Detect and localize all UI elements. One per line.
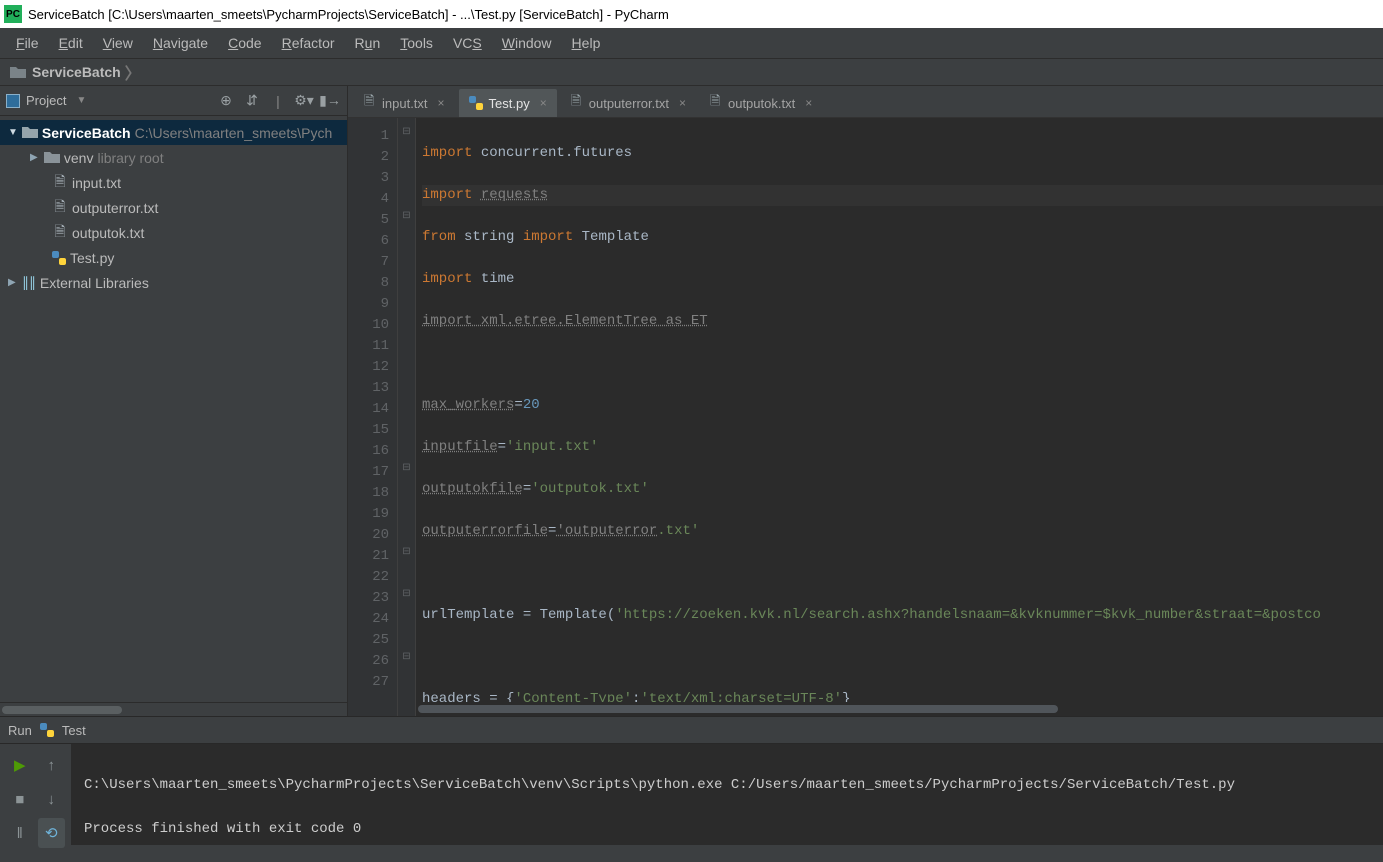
code-content[interactable]: import concurrent.futures import request… <box>416 118 1383 716</box>
gutter-linenumbers: 1234567891011121314151617181920212223242… <box>348 118 398 716</box>
libraries-icon: ∥∥ <box>22 274 36 291</box>
restart-icon[interactable]: ⟲ <box>38 818 66 848</box>
menu-edit[interactable]: Edit <box>51 32 91 54</box>
sidebar-scrollbar[interactable] <box>0 702 347 716</box>
chevron-right-icon: 〉 <box>125 60 141 84</box>
run-toolwindow: ▶ ↑ ■ ↓ ‖ ⟲ C:\Users\maarten_smeets\Pych… <box>0 744 1383 845</box>
console-line: Process finished with exit code 0 <box>84 821 361 837</box>
scrollbar-thumb[interactable] <box>418 705 1058 713</box>
workspace: Project ▼ ⊕ ⇵ | ⚙▾ ▮→ ▼ ServiceBatch C:\… <box>0 86 1383 716</box>
titlebar: PC ServiceBatch [C:\Users\maarten_smeets… <box>0 0 1383 28</box>
editor: 🗎 input.txt × Test.py × 🗎 outputerror.tx… <box>348 86 1383 716</box>
tree-external-libraries[interactable]: ▶ ∥∥ External Libraries <box>0 270 347 295</box>
tree-file-testpy[interactable]: Test.py <box>0 245 347 270</box>
project-tool-window: Project ▼ ⊕ ⇵ | ⚙▾ ▮→ ▼ ServiceBatch C:\… <box>0 86 348 716</box>
tree-file-input[interactable]: 🗎 input.txt <box>0 170 347 195</box>
menu-help[interactable]: Help <box>564 32 609 54</box>
menu-navigate[interactable]: Navigate <box>145 32 216 54</box>
locate-icon[interactable]: ⊕ <box>215 90 237 112</box>
tab-input[interactable]: 🗎 input.txt × <box>354 89 455 117</box>
project-header: Project ▼ ⊕ ⇵ | ⚙▾ ▮→ <box>0 86 347 116</box>
up-icon[interactable]: ↑ <box>38 750 66 780</box>
text-file-icon: 🗎 <box>52 221 68 245</box>
python-file-icon <box>469 96 483 110</box>
window-title: ServiceBatch [C:\Users\maarten_smeets\Py… <box>28 7 669 22</box>
scrollbar-thumb[interactable] <box>2 706 122 714</box>
chevron-down-icon[interactable]: ▼ <box>8 127 22 138</box>
text-file-icon: 🗎 <box>571 92 583 114</box>
editor-scrollbar[interactable] <box>416 702 1371 716</box>
editor-tabbar: 🗎 input.txt × Test.py × 🗎 outputerror.tx… <box>348 86 1383 118</box>
pycharm-app-icon: PC <box>4 5 22 23</box>
collapse-icon[interactable]: ⇵ <box>241 90 263 112</box>
hide-icon[interactable]: ▮→ <box>319 90 341 112</box>
stop-icon[interactable]: ■ <box>6 784 34 814</box>
down-icon[interactable]: ↓ <box>38 784 66 814</box>
breadcrumb-root[interactable]: ServiceBatch <box>32 64 121 80</box>
menu-code[interactable]: Code <box>220 32 269 54</box>
close-icon[interactable]: × <box>540 96 547 110</box>
text-file-icon: 🗎 <box>52 196 68 220</box>
python-file-icon <box>52 251 66 265</box>
close-icon[interactable]: × <box>438 96 445 110</box>
tree-root[interactable]: ▼ ServiceBatch C:\Users\maarten_smeets\P… <box>0 120 347 145</box>
menu-view[interactable]: View <box>95 32 141 54</box>
menubar: File Edit View Navigate Code Refactor Ru… <box>0 28 1383 58</box>
project-view-icon[interactable] <box>6 94 20 108</box>
run-toolwindow-header[interactable]: Run Test <box>0 716 1383 744</box>
text-file-icon: 🗎 <box>710 92 722 114</box>
chevron-right-icon[interactable]: ▶ <box>8 277 22 288</box>
folder-icon <box>10 65 26 79</box>
console-line: C:\Users\maarten_smeets\PycharmProjects\… <box>84 777 1235 793</box>
folder-icon <box>22 126 38 139</box>
gutter-fold: ⊟⊟⊟⊟⊟⊟ <box>398 118 416 716</box>
menu-refactor[interactable]: Refactor <box>274 32 343 54</box>
menu-vcs[interactable]: VCS <box>445 32 490 54</box>
menu-run[interactable]: Run <box>347 32 389 54</box>
text-file-icon: 🗎 <box>52 171 68 195</box>
gear-icon[interactable]: ⚙▾ <box>293 90 315 112</box>
close-icon[interactable]: × <box>805 96 812 110</box>
menu-tools[interactable]: Tools <box>392 32 441 54</box>
close-icon[interactable]: × <box>679 96 686 110</box>
python-file-icon <box>40 723 54 737</box>
tab-test[interactable]: Test.py × <box>459 89 557 117</box>
code-editor[interactable]: 1234567891011121314151617181920212223242… <box>348 118 1383 716</box>
project-view-dropdown-icon[interactable]: ▼ <box>76 95 86 106</box>
pause-icon[interactable]: ‖ <box>6 818 34 848</box>
project-tree[interactable]: ▼ ServiceBatch C:\Users\maarten_smeets\P… <box>0 116 347 702</box>
text-file-icon: 🗎 <box>364 92 376 114</box>
run-config-name: Test <box>62 723 86 738</box>
menu-file[interactable]: File <box>8 32 47 54</box>
run-title: Run <box>8 723 32 738</box>
tree-file-outputok[interactable]: 🗎 outputok.txt <box>0 220 347 245</box>
tab-outputok[interactable]: 🗎 outputok.txt × <box>700 89 822 117</box>
project-view-title[interactable]: Project <box>26 93 66 108</box>
breadcrumb: ServiceBatch 〉 <box>0 58 1383 86</box>
rerun-icon[interactable]: ▶ <box>6 750 34 780</box>
run-controls: ▶ ↑ ■ ↓ ‖ ⟲ <box>0 744 72 845</box>
chevron-right-icon[interactable]: ▶ <box>30 152 44 163</box>
tree-venv[interactable]: ▶ venv library root <box>0 145 347 170</box>
tab-outputerror[interactable]: 🗎 outputerror.txt × <box>561 89 696 117</box>
menu-window[interactable]: Window <box>494 32 560 54</box>
run-console[interactable]: C:\Users\maarten_smeets\PycharmProjects\… <box>72 744 1383 845</box>
tree-file-outputerror[interactable]: 🗎 outputerror.txt <box>0 195 347 220</box>
folder-icon <box>44 151 60 164</box>
